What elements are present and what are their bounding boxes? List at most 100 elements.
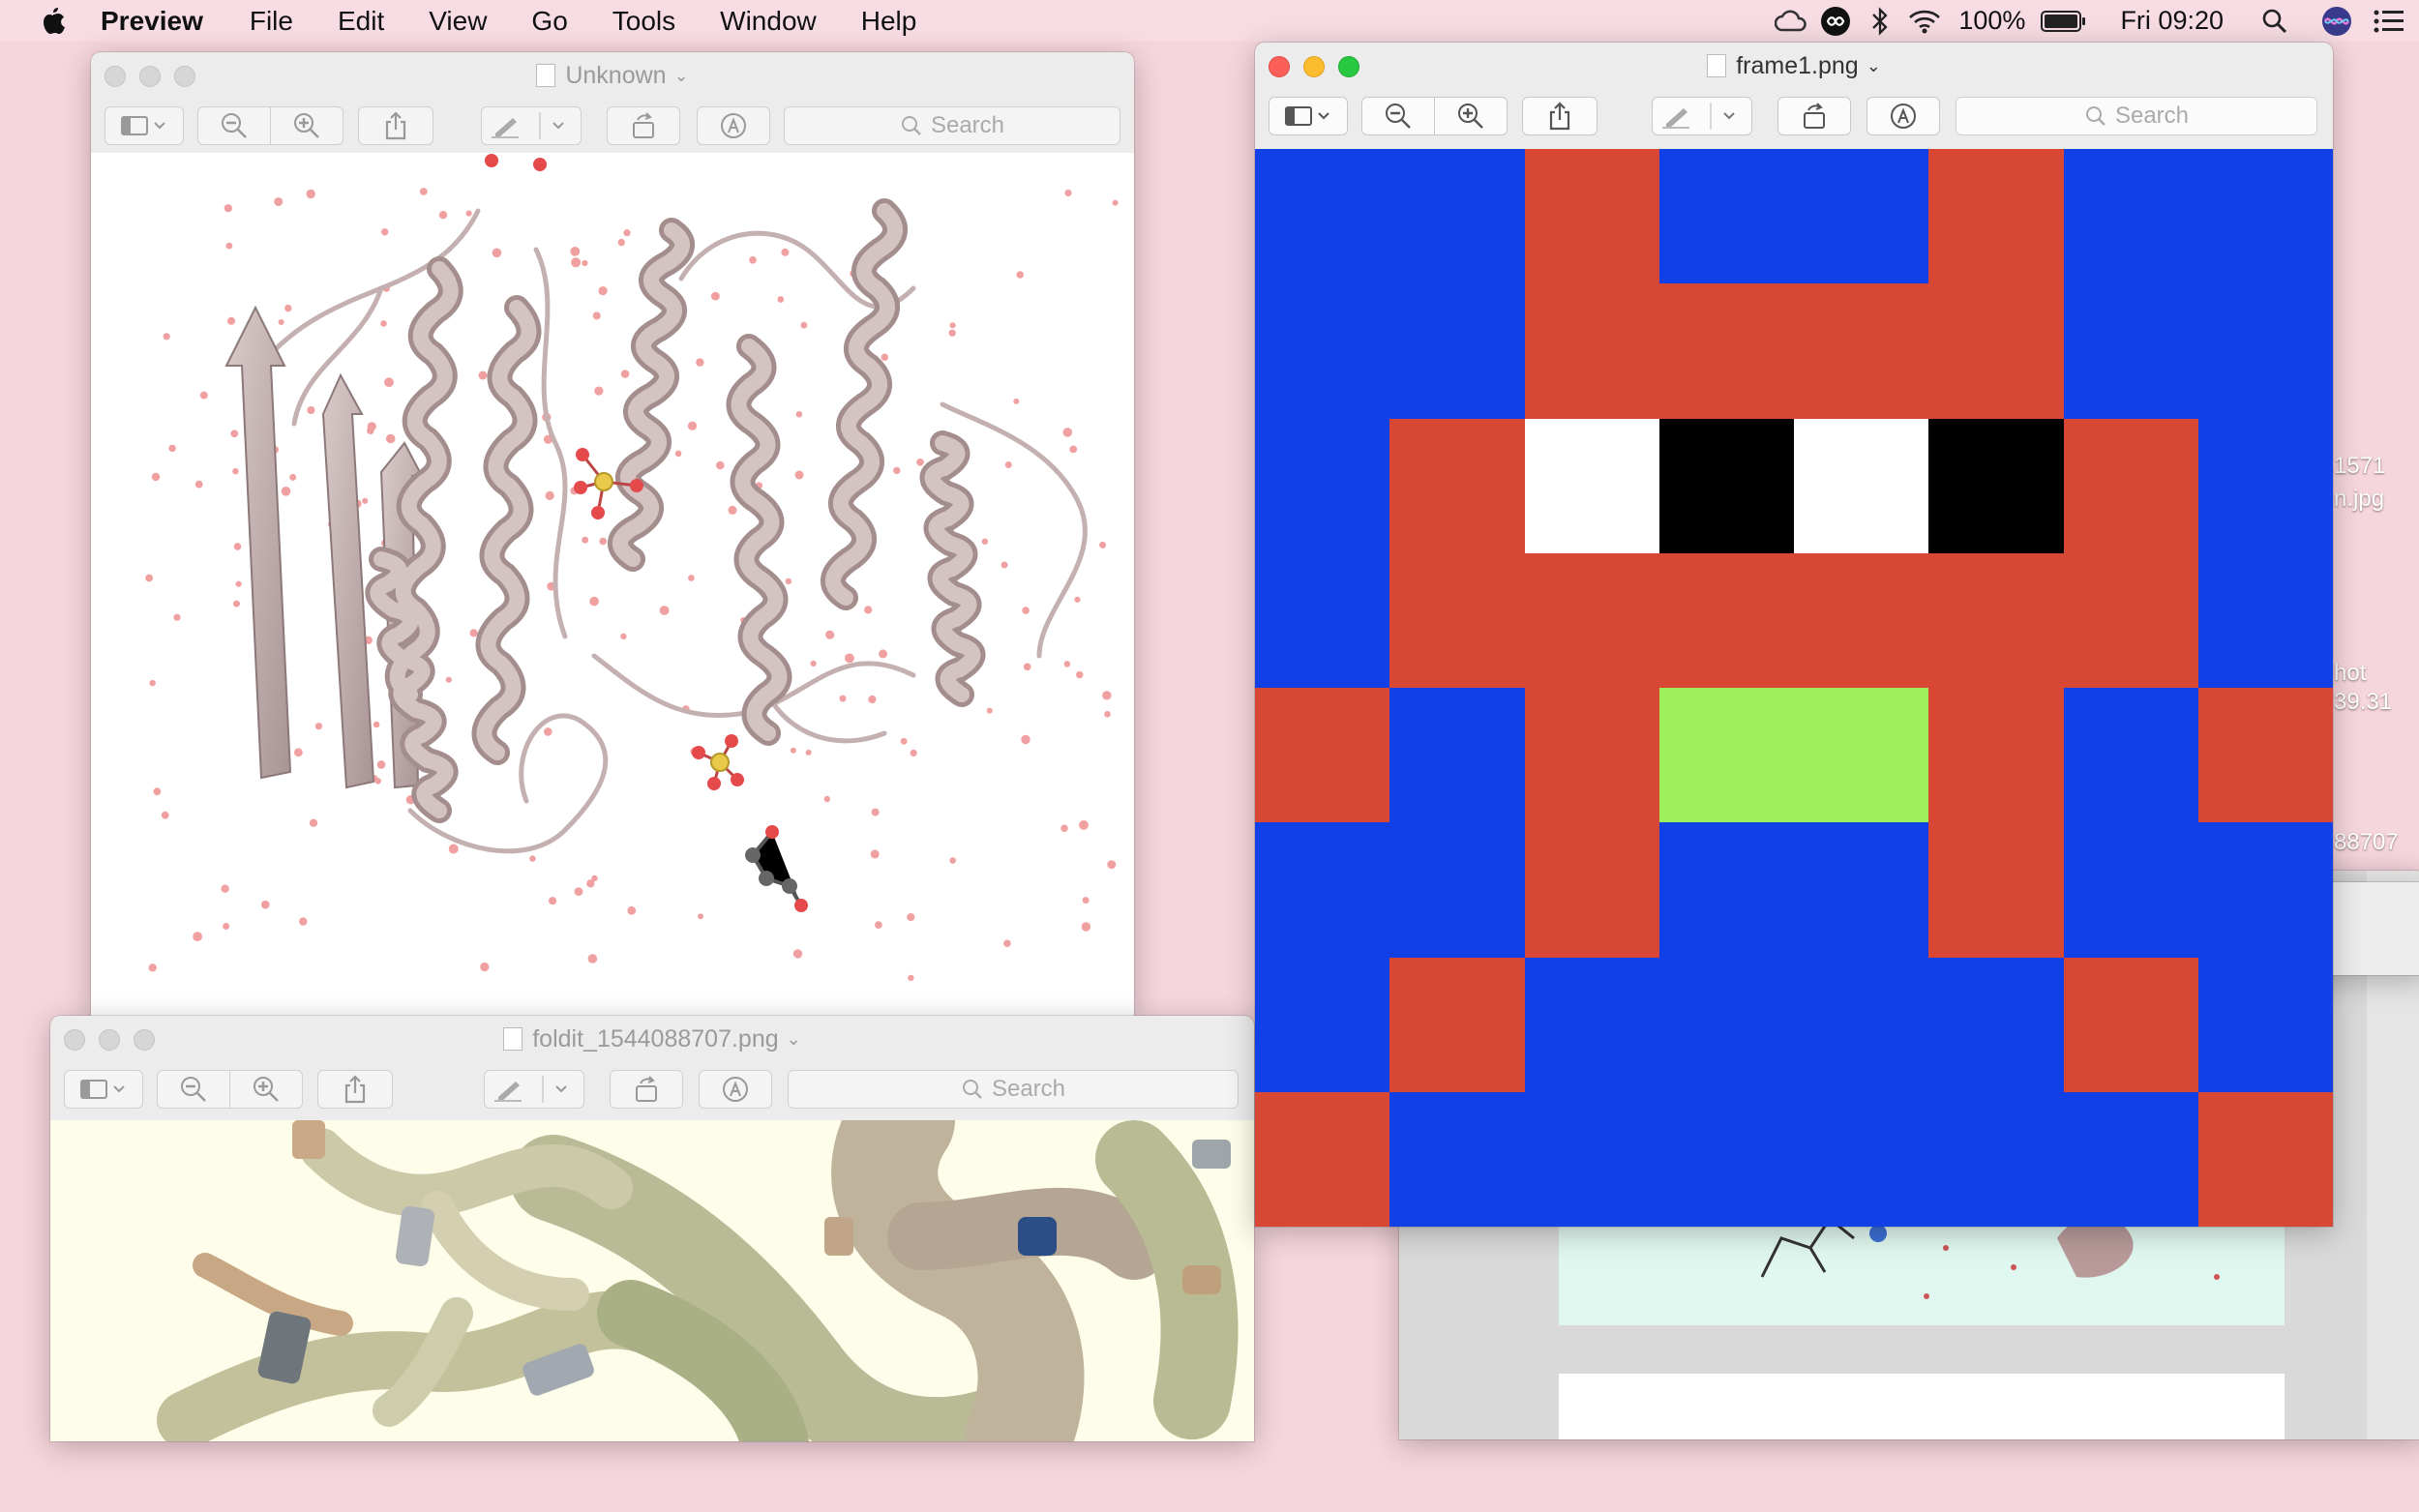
rotate-button[interactable] xyxy=(607,106,680,145)
close-button[interactable] xyxy=(1269,56,1290,77)
image-canvas-protein[interactable] xyxy=(91,153,1134,1016)
menu-window[interactable]: Window xyxy=(720,6,817,37)
chevron-down-icon[interactable]: ⌄ xyxy=(674,66,689,86)
sidebar-toggle-button[interactable] xyxy=(105,106,184,145)
water-molecule xyxy=(1104,711,1111,718)
pixel-cell xyxy=(1928,957,2064,1092)
pixel-cell xyxy=(1389,552,1525,688)
menu-edit[interactable]: Edit xyxy=(338,6,384,37)
titlebar[interactable]: foldit_1544088707.png ⌄ xyxy=(50,1016,1254,1062)
window-title[interactable]: foldit_1544088707.png xyxy=(532,1025,778,1053)
markup-button[interactable] xyxy=(484,1070,584,1109)
water-molecule xyxy=(875,921,882,929)
share-button[interactable] xyxy=(358,106,433,145)
spotlight-search-icon[interactable] xyxy=(2253,0,2297,42)
pen-icon xyxy=(494,1076,567,1103)
battery-icon[interactable] xyxy=(2037,0,2091,42)
zoom-in-button[interactable] xyxy=(270,106,343,145)
window-title[interactable]: Unknown xyxy=(565,62,666,90)
siri-icon[interactable] xyxy=(2314,0,2359,42)
menu-bar: Preview File Edit View Go Tools Window H… xyxy=(0,0,2419,42)
zoom-button[interactable] xyxy=(134,1029,155,1051)
creative-cloud-icon[interactable] xyxy=(1769,0,1813,42)
menu-view[interactable]: View xyxy=(429,6,487,37)
zoom-button[interactable] xyxy=(174,66,195,87)
preview-window-frame1[interactable]: frame1.png ⌄ Search xyxy=(1255,43,2333,1227)
desktop-file-label[interactable]: hot xyxy=(2334,660,2366,687)
menu-go[interactable]: Go xyxy=(531,6,567,37)
bluetooth-icon[interactable] xyxy=(1858,0,1902,42)
search-field[interactable]: Search xyxy=(1956,97,2317,135)
minimize-button[interactable] xyxy=(1303,56,1325,77)
infinity-app-icon[interactable] xyxy=(1813,0,1858,42)
rotate-icon xyxy=(633,112,654,138)
desktop-file-label[interactable]: 39.31 xyxy=(2334,689,2392,716)
water-molecule xyxy=(592,311,601,320)
document-icon xyxy=(536,64,556,87)
water-molecule xyxy=(1074,596,1081,603)
image-canvas-foldit[interactable] xyxy=(50,1120,1254,1441)
rotate-icon xyxy=(636,1076,657,1102)
zoom-in-button[interactable] xyxy=(229,1070,303,1109)
markup-button[interactable] xyxy=(1652,97,1752,135)
water-molecule xyxy=(674,450,682,458)
water-molecule xyxy=(790,747,796,754)
annotate-button[interactable] xyxy=(699,1070,772,1109)
desktop-file-label[interactable]: 88707 xyxy=(2334,829,2399,856)
wifi-icon[interactable] xyxy=(1902,0,1947,42)
desktop-file-label[interactable]: n.jpg xyxy=(2334,486,2384,513)
zoom-out-button[interactable] xyxy=(157,1070,230,1109)
minimize-button[interactable] xyxy=(99,1029,120,1051)
water-molecule xyxy=(907,913,915,922)
water-molecule xyxy=(696,358,704,367)
image-canvas-frame1[interactable] xyxy=(1255,149,2333,1227)
window-title[interactable]: frame1.png xyxy=(1736,52,1858,80)
preview-window-foldit[interactable]: foldit_1544088707.png ⌄ Search xyxy=(50,1016,1254,1441)
battery-percentage: 100% xyxy=(1958,6,2026,35)
zoom-out-button[interactable] xyxy=(197,106,271,145)
close-button[interactable] xyxy=(105,66,126,87)
menu-tools[interactable]: Tools xyxy=(612,6,675,37)
minimize-button[interactable] xyxy=(139,66,161,87)
search-field[interactable]: Search xyxy=(784,106,1120,145)
search-field[interactable]: Search xyxy=(788,1070,1239,1109)
water-molecule xyxy=(839,695,847,702)
pixel-cell xyxy=(1255,283,1390,419)
menu-file[interactable]: File xyxy=(250,6,293,37)
menu-clock[interactable]: Fri 09:20 xyxy=(2120,6,2224,36)
chevron-down-icon[interactable]: ⌄ xyxy=(787,1029,801,1050)
annotate-button[interactable] xyxy=(1867,97,1940,135)
water-molecule xyxy=(381,228,389,236)
sidebar-toggle-button[interactable] xyxy=(64,1070,143,1109)
close-button[interactable] xyxy=(64,1029,85,1051)
water-molecule xyxy=(223,923,230,930)
annotate-button[interactable] xyxy=(697,106,770,145)
chevron-down-icon[interactable]: ⌄ xyxy=(1867,56,1881,76)
rotate-button[interactable] xyxy=(610,1070,683,1109)
share-button[interactable] xyxy=(317,1070,393,1109)
pixel-cell xyxy=(2197,822,2333,958)
water-molecule xyxy=(688,575,695,581)
share-button[interactable] xyxy=(1522,97,1598,135)
menu-help[interactable]: Help xyxy=(861,6,917,37)
menu-app-name[interactable]: Preview xyxy=(101,6,203,37)
water-molecule xyxy=(225,242,233,250)
pixel-cell xyxy=(1255,957,1390,1092)
water-molecule xyxy=(233,543,242,550)
rotate-button[interactable] xyxy=(1777,97,1851,135)
sidebar-toggle-button[interactable] xyxy=(1269,97,1348,135)
apple-icon[interactable] xyxy=(39,5,68,38)
markup-button[interactable] xyxy=(481,106,582,145)
water-molecule xyxy=(274,197,284,206)
zoom-in-button[interactable] xyxy=(1434,97,1508,135)
titlebar[interactable]: frame1.png ⌄ xyxy=(1255,43,2333,89)
notification-center-icon[interactable] xyxy=(2367,0,2411,42)
water-molecule xyxy=(1060,824,1068,832)
zoom-button[interactable] xyxy=(1338,56,1359,77)
zoom-out-button[interactable] xyxy=(1361,97,1435,135)
preview-window-unknown[interactable]: Unknown ⌄ Search xyxy=(91,52,1134,1016)
pixel-cell xyxy=(1389,283,1525,419)
titlebar[interactable]: Unknown ⌄ xyxy=(91,52,1134,99)
desktop-file-label[interactable]: 1571 xyxy=(2334,453,2385,480)
water-molecule xyxy=(795,411,803,418)
